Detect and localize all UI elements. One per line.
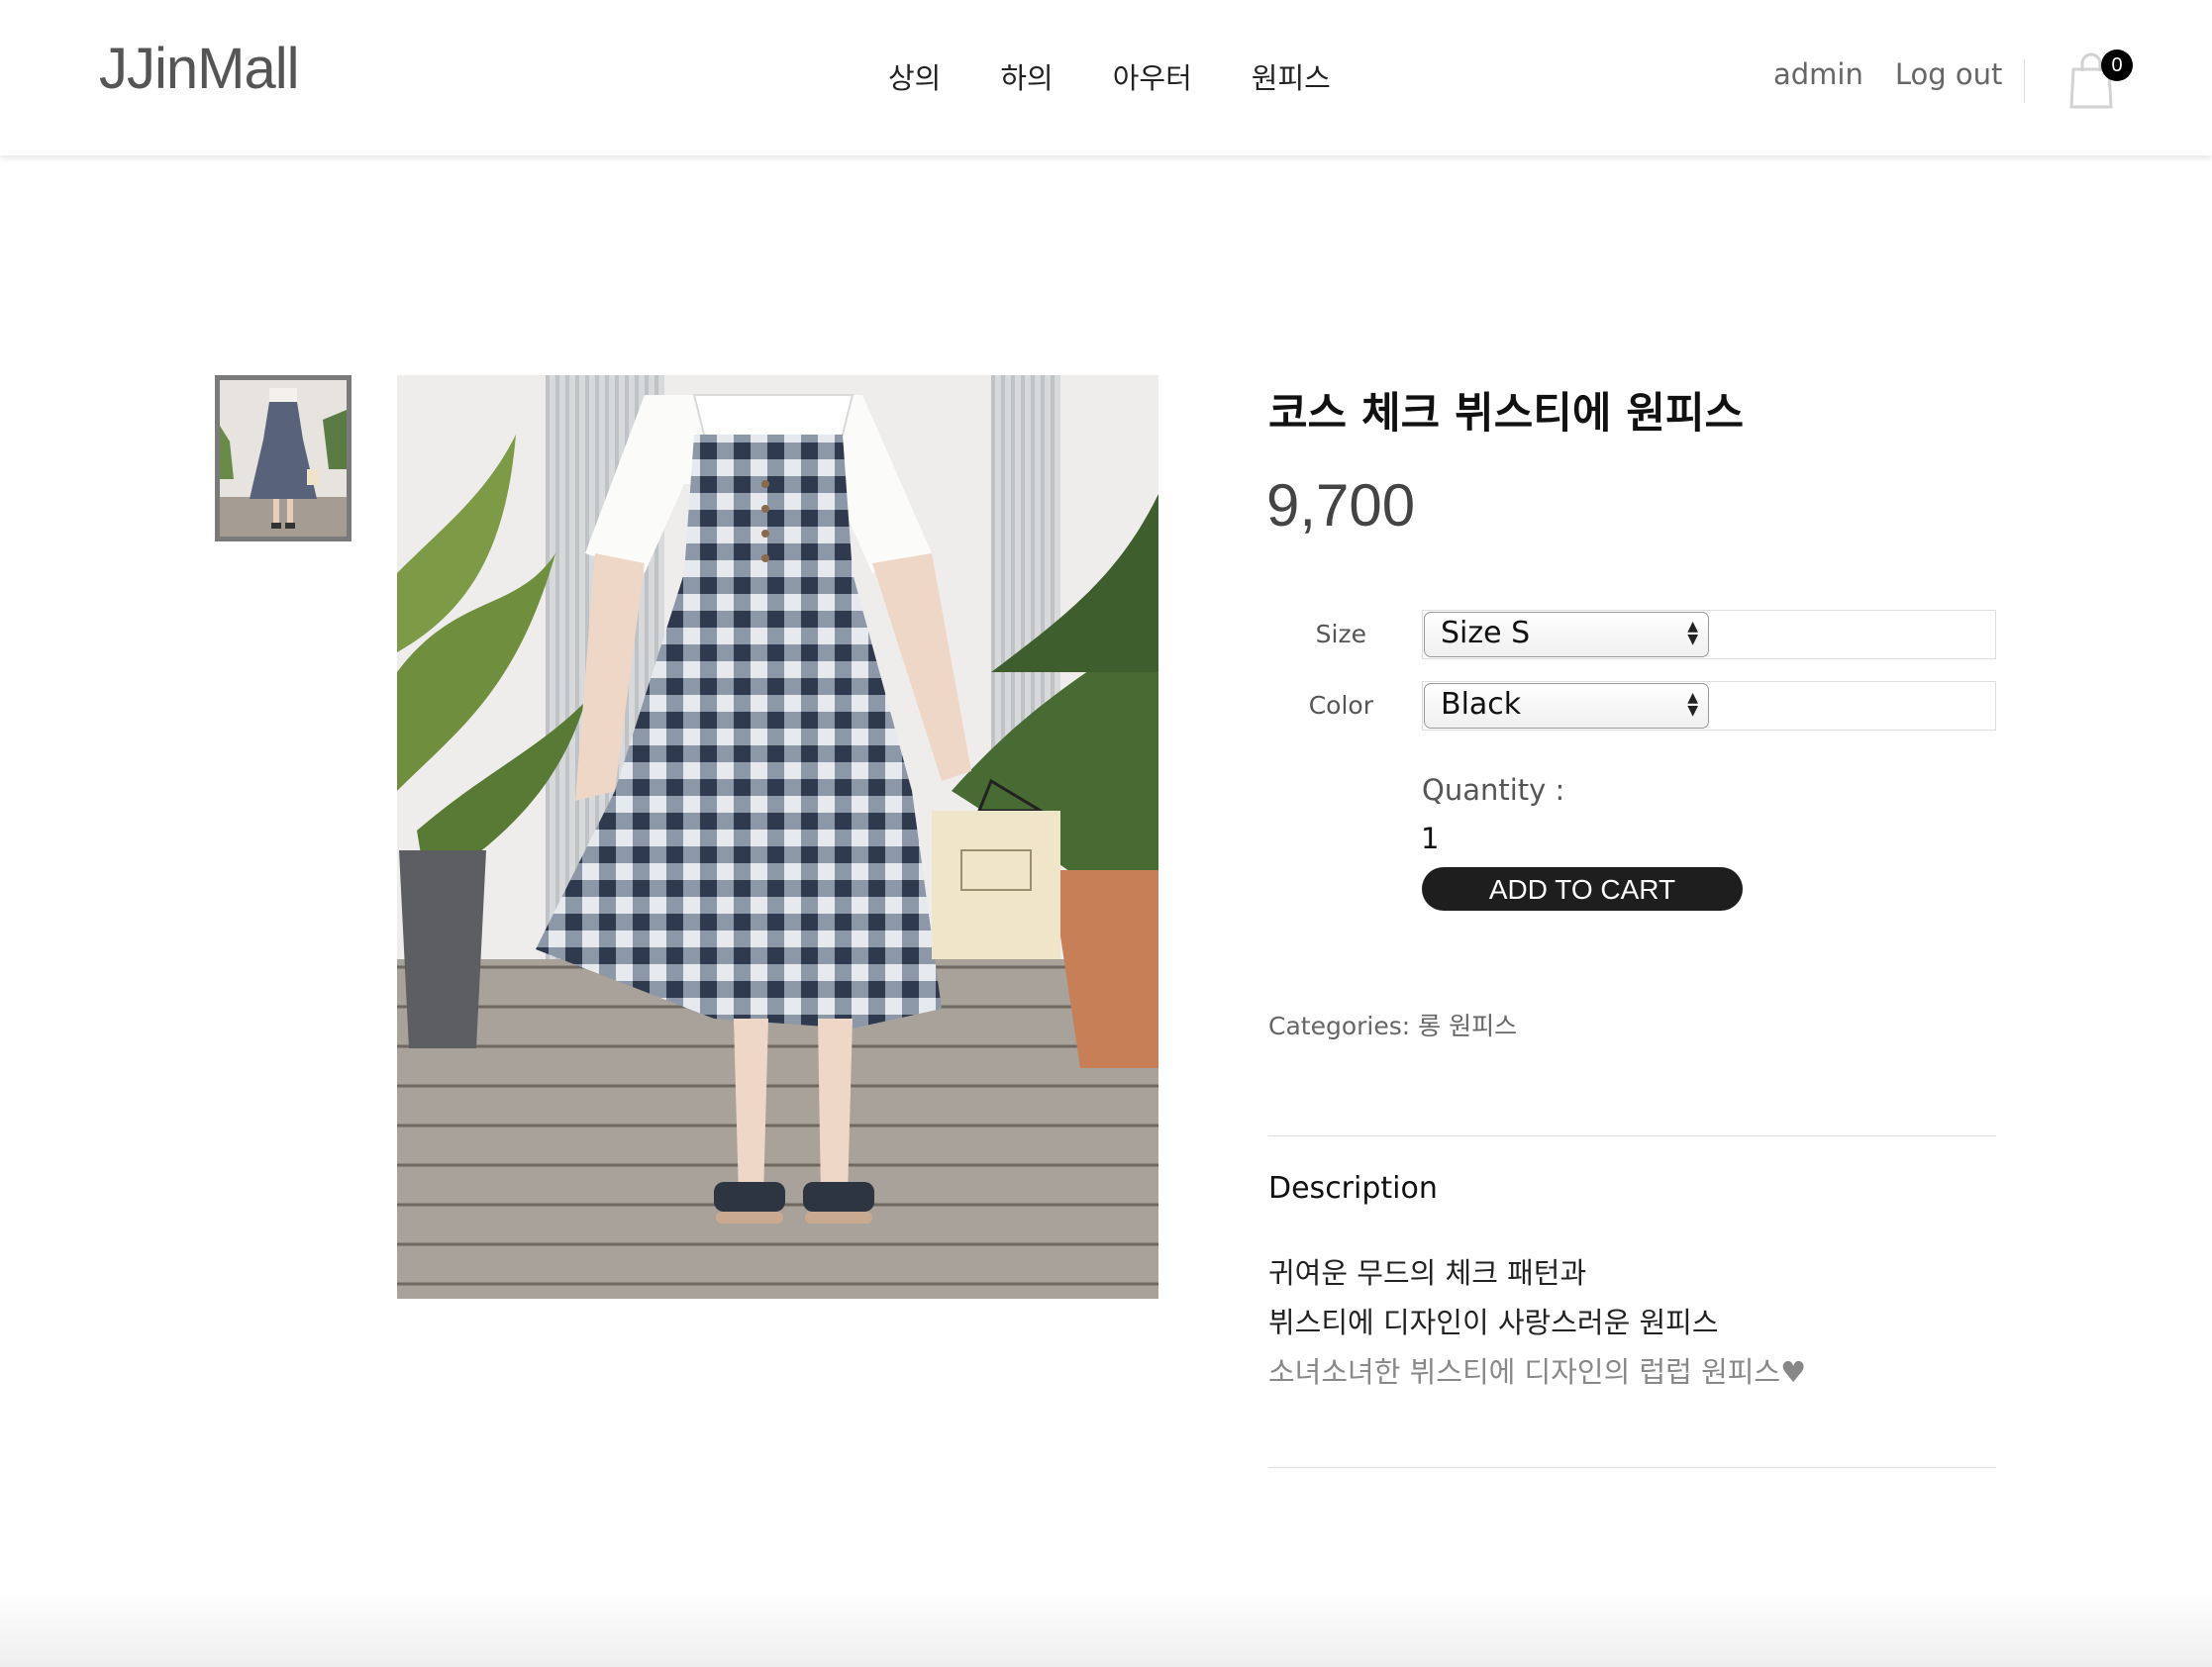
thumbnail-image xyxy=(220,380,347,537)
quantity-label: Quantity : xyxy=(1422,773,1565,807)
product-photo xyxy=(397,375,1158,1299)
color-label: Color xyxy=(1308,691,1373,720)
description-title: Description xyxy=(1268,1171,1438,1206)
user-links: admin Log out xyxy=(1773,57,2034,91)
nav-item-bottoms[interactable]: 하의 xyxy=(1000,55,1053,97)
add-to-cart-button[interactable]: ADD TO CART xyxy=(1422,867,1743,911)
product-title: 코스 체크 뷔스티에 원피스 xyxy=(1268,389,1745,439)
header-divider xyxy=(2024,59,2025,103)
select-arrows-icon: ▲ ▼ xyxy=(1687,619,1698,647)
nav-item-dresses[interactable]: 원피스 xyxy=(1252,55,1331,97)
color-select[interactable]: Black ▲ ▼ xyxy=(1424,683,1709,729)
nav-item-tops[interactable]: 상의 xyxy=(888,55,941,97)
quantity-value[interactable]: 1 xyxy=(1421,822,1439,855)
select-arrows-icon: ▲ ▼ xyxy=(1687,690,1698,719)
product-main-image xyxy=(397,375,1158,1299)
description-line: 소녀소녀한 뷔스티에 디자인의 럽럽 원피스♥ xyxy=(1268,1355,1807,1389)
nav-item-outerwear[interactable]: 아우터 xyxy=(1113,55,1192,97)
cart-count-badge: 0 xyxy=(2101,49,2133,81)
logout-link[interactable]: Log out xyxy=(1895,57,2003,91)
product-price: 9,700 xyxy=(1266,472,1416,539)
categories-label: Categories: xyxy=(1268,1012,1411,1040)
site-header: JJinMall 상의 하의 아우터 원피스 admin Log out 0 xyxy=(0,0,2212,155)
category-link[interactable]: 롱 원피스 xyxy=(1418,1012,1517,1040)
product-thumbnail[interactable] xyxy=(215,375,352,541)
footer-fade xyxy=(0,1594,2212,1667)
admin-link[interactable]: admin xyxy=(1773,57,1863,91)
main-nav: 상의 하의 아우터 원피스 xyxy=(888,55,1390,97)
color-select-value: Black xyxy=(1441,687,1522,722)
description-line: 뷔스티에 디자인이 사랑스러운 원피스 xyxy=(1268,1306,1719,1339)
size-select[interactable]: Size S ▲ ▼ xyxy=(1424,612,1709,657)
product-categories: Categories: 롱 원피스 xyxy=(1268,1007,1517,1042)
size-label: Size xyxy=(1315,620,1366,648)
cart-button[interactable]: 0 xyxy=(2065,44,2133,113)
size-select-value: Size S xyxy=(1441,616,1531,650)
site-logo[interactable]: JJinMall xyxy=(99,36,299,102)
section-divider xyxy=(1268,1135,1996,1136)
section-divider xyxy=(1268,1467,1996,1468)
description-line: 귀여운 무드의 체크 패턴과 xyxy=(1268,1256,1587,1290)
